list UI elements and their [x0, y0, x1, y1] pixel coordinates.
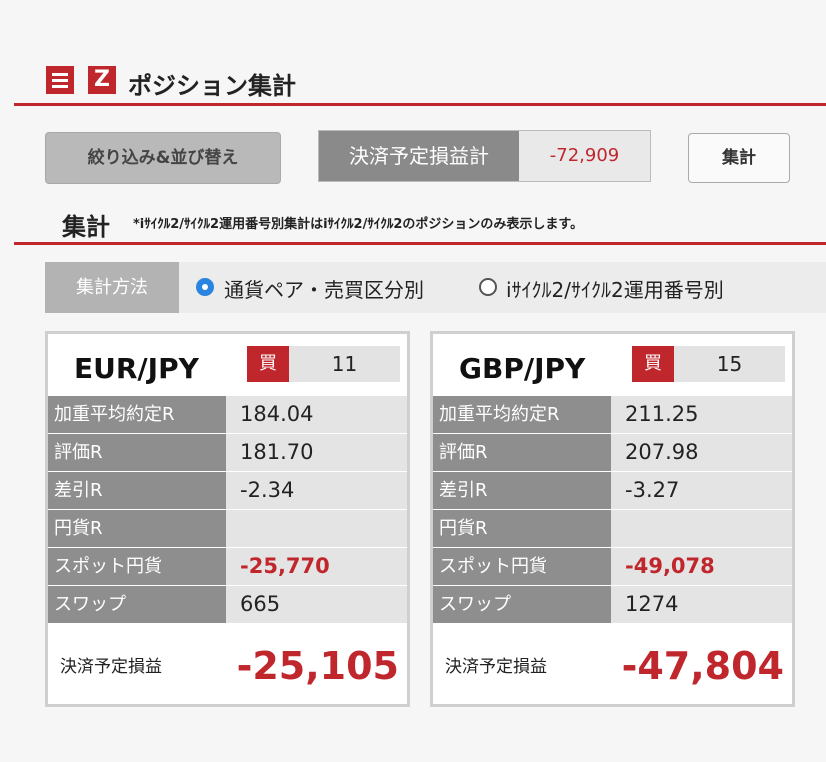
row-swap: スワップ 1274 [433, 586, 792, 624]
row-label: スワップ [433, 586, 611, 623]
section-title: 集計 [62, 213, 110, 241]
row-value: -25,770 [226, 548, 407, 585]
row-value: -2.34 [226, 472, 407, 509]
position-card-gbpjpy[interactable]: GBP/JPY 買 15 加重平均約定R 211.25 評価R 207.98 差… [430, 331, 795, 707]
total-value: -47,804 [621, 644, 784, 688]
z-logo-icon[interactable]: Z [88, 66, 116, 94]
row-spot-yen: スポット円貨 -25,770 [48, 548, 407, 586]
currency-pair: EUR/JPY [74, 352, 199, 385]
row-label: 差引R [433, 472, 611, 509]
row-label: スポット円貨 [48, 548, 226, 585]
row-avg-rate: 加重平均約定R 211.25 [433, 396, 792, 434]
row-label: 円貨R [433, 510, 611, 547]
radio-by-pair-side[interactable] [196, 278, 214, 296]
row-label: 円貨R [48, 510, 226, 547]
summary-total-box: 決済予定損益計 -72,909 [318, 130, 651, 182]
row-value: -3.27 [611, 472, 792, 509]
side-badge: 買 [632, 346, 674, 382]
row-eval-rate: 評価R 181.70 [48, 434, 407, 472]
row-value [226, 510, 407, 547]
total-label: 決済予定損益 [60, 657, 162, 677]
row-value: -49,078 [611, 548, 792, 585]
row-yen-rate: 円貨R [48, 510, 407, 548]
header-divider [14, 103, 826, 106]
hamburger-menu-icon[interactable] [46, 66, 74, 94]
position-card-eurjpy[interactable]: EUR/JPY 買 11 加重平均約定R 184.04 評価R 181.70 差… [45, 331, 410, 707]
row-yen-rate: 円貨R [433, 510, 792, 548]
row-value: 181.70 [226, 434, 407, 471]
row-value [611, 510, 792, 547]
total-label: 決済予定損益 [445, 657, 547, 677]
row-label: スポット円貨 [433, 548, 611, 585]
radio-label-by-pair-side[interactable]: 通貨ペア・売買区分別 [224, 274, 424, 303]
row-label: 評価R [48, 434, 226, 471]
menu-line [52, 79, 68, 82]
row-label: 差引R [48, 472, 226, 509]
row-label: 加重平均約定R [48, 396, 226, 433]
row-value: 184.04 [226, 396, 407, 433]
quantity: 15 [674, 346, 785, 382]
total-value: -25,105 [236, 644, 399, 688]
section-note: *iｻｲｸﾙ2/ｻｲｸﾙ2運用番号別集計はiｻｲｸﾙ2/ｻｲｸﾙ2のポジションの… [133, 217, 584, 232]
radio-label-by-cycle-number[interactable]: iｻｲｸﾙ2/ｻｲｸﾙ2運用番号別 [506, 274, 724, 303]
row-value: 207.98 [611, 434, 792, 471]
side-badge: 買 [247, 346, 289, 382]
radio-by-cycle-number[interactable] [479, 278, 497, 296]
row-label: スワップ [48, 586, 226, 623]
row-spot-yen: スポット円貨 -49,078 [433, 548, 792, 586]
row-label: 評価R [433, 434, 611, 471]
row-swap: スワップ 665 [48, 586, 407, 624]
section-divider [14, 242, 826, 245]
filter-sort-button[interactable]: 絞り込み&並び替え [45, 132, 281, 184]
row-diff-rate: 差引R -3.27 [433, 472, 792, 510]
page-header: Z ポジション集計 [0, 60, 826, 105]
summary-total-value: -72,909 [549, 145, 620, 166]
calculate-button[interactable]: 集計 [688, 133, 790, 183]
row-value: 665 [226, 586, 407, 623]
menu-line [52, 73, 68, 76]
aggregation-method-label: 集計方法 [45, 262, 179, 313]
row-value: 1274 [611, 586, 792, 623]
page-title: ポジション集計 [128, 72, 296, 100]
row-label: 加重平均約定R [433, 396, 611, 433]
summary-total-label: 決済予定損益計 [319, 131, 519, 181]
row-value: 211.25 [611, 396, 792, 433]
row-diff-rate: 差引R -2.34 [48, 472, 407, 510]
aggregation-method-options: 通貨ペア・売買区分別 iｻｲｸﾙ2/ｻｲｸﾙ2運用番号別 [179, 262, 826, 313]
menu-line [52, 85, 68, 88]
currency-pair: GBP/JPY [459, 352, 586, 385]
row-eval-rate: 評価R 207.98 [433, 434, 792, 472]
row-avg-rate: 加重平均約定R 184.04 [48, 396, 407, 434]
quantity: 11 [289, 346, 400, 382]
